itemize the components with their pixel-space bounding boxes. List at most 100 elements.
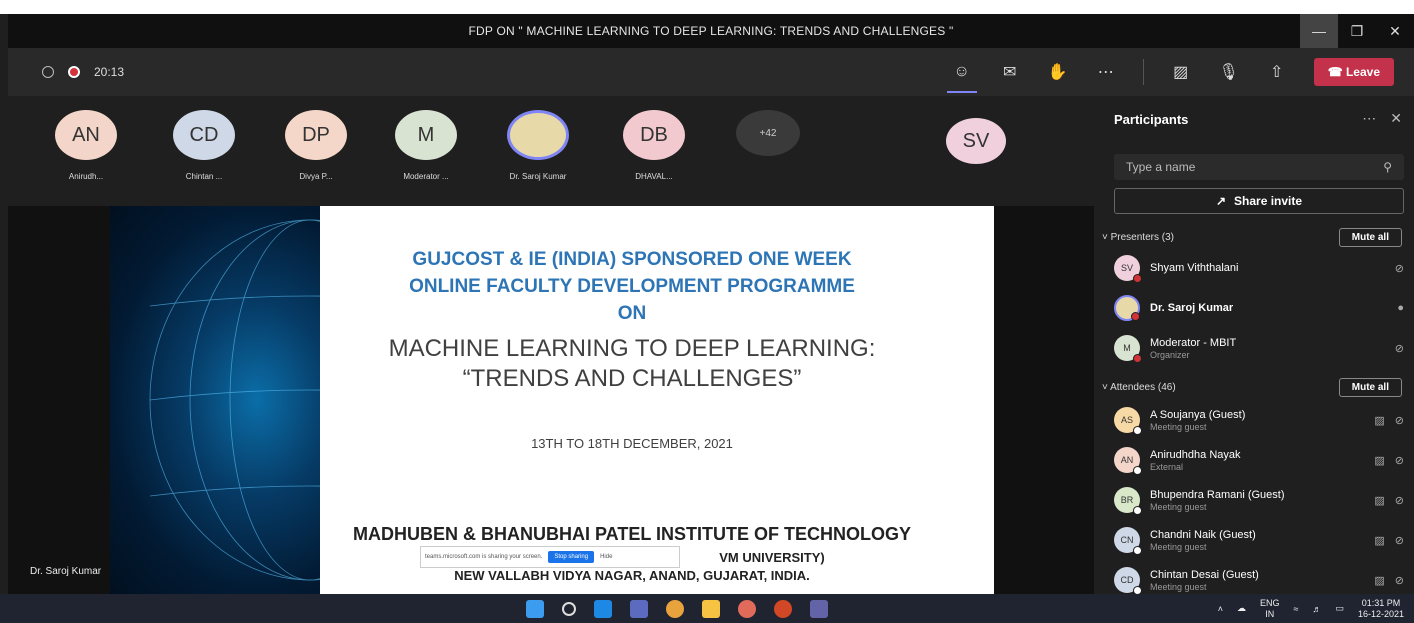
avatar: AN xyxy=(55,110,117,160)
status-icon xyxy=(1133,426,1142,435)
participant-tile[interactable]: AN Anirudh... xyxy=(34,110,138,181)
chat-icon[interactable]: ✉ xyxy=(999,62,1021,82)
search-input[interactable]: Type a name ⚲ xyxy=(1114,154,1404,180)
share-screen-icon[interactable]: ⇧ xyxy=(1266,62,1288,82)
browser-icon[interactable] xyxy=(738,599,756,618)
minimize-icon[interactable]: — xyxy=(1300,14,1338,48)
slide-dates: 13TH TO 18TH DECEMBER, 2021 xyxy=(531,436,733,451)
battery-icon[interactable]: ▭ xyxy=(1335,603,1344,614)
shared-slide: GUJCOST & IE (INDIA) SPONSORED ONE WEEK … xyxy=(110,206,994,594)
more-count: +42 xyxy=(736,110,800,156)
slide-line: GUJCOST & IE (INDIA) SPONSORED ONE WEEK xyxy=(412,249,852,270)
participant-tile[interactable]: Dr. Saroj Kumar xyxy=(486,110,590,181)
participant-row[interactable]: AS A Soujanya (Guest) Meeting guest ▨ ⊘ xyxy=(1114,400,1404,440)
meeting-timer: 20:13 xyxy=(94,65,125,79)
slide-line: VM UNIVERSITY) xyxy=(719,550,825,565)
close-window-icon[interactable]: ✕ xyxy=(1376,14,1414,48)
participant-name: Anirudhdha Nayak xyxy=(1150,448,1241,461)
participant-tile[interactable]: DP Divya P... xyxy=(264,110,368,181)
search-icon: ⚲ xyxy=(1383,160,1392,174)
screen-share-area: GUJCOST & IE (INDIA) SPONSORED ONE WEEK … xyxy=(8,206,1094,594)
mute-all-presenters-button[interactable]: Mute all xyxy=(1338,228,1402,247)
status-icon xyxy=(1133,506,1142,515)
start-icon[interactable] xyxy=(526,599,544,618)
participant-role: Organizer xyxy=(1150,349,1190,360)
panel-more-icon[interactable]: ⋯ xyxy=(1362,110,1376,127)
clock[interactable]: 01:31 PM 16-12-2021 xyxy=(1358,598,1404,620)
participant-row[interactable]: Dr. Saroj Kumar ● xyxy=(1114,288,1404,328)
task-view-icon[interactable] xyxy=(594,599,612,618)
participants-icon[interactable]: ☺ xyxy=(946,63,977,93)
mic-on-icon: ● xyxy=(1397,302,1404,314)
panel-close-icon[interactable]: ✕ xyxy=(1390,110,1402,127)
presenters-count: Presenters (3) xyxy=(1110,232,1174,243)
participant-row[interactable]: CN Chandni Naik (Guest) Meeting guest ▨ ⊘ xyxy=(1114,520,1404,560)
mic-off-icon: ⊘ xyxy=(1394,494,1404,507)
presenters-label: ˅ Presenters (3) xyxy=(1102,232,1174,243)
participant-name: Chintan ... xyxy=(185,172,223,181)
slide-line: MACHINE LEARNING TO DEEP LEARNING: xyxy=(388,335,876,362)
camera-off-icon: ▨ xyxy=(1374,574,1385,587)
avatar: M xyxy=(395,110,457,160)
share-invite-button[interactable]: ↗ Share invite xyxy=(1114,188,1404,214)
leave-button[interactable]: ☎ Leave xyxy=(1313,58,1394,86)
participant-name: DHAVAL... xyxy=(635,172,673,181)
avatar: SV xyxy=(1114,255,1142,283)
participant-name: Moderator ... xyxy=(403,172,449,181)
maximize-icon[interactable]: ❐ xyxy=(1338,14,1376,48)
language-indicator[interactable]: ENG IN xyxy=(1260,598,1280,620)
slide-institute: MADHUBEN & BHANUBHAI PATEL INSTITUTE OF … xyxy=(353,524,911,544)
chevron-up-icon[interactable]: ˄ xyxy=(1218,604,1223,614)
more-actions-icon[interactable]: ⋯ xyxy=(1095,62,1117,82)
language-top: ENG xyxy=(1259,597,1280,608)
stop-sharing-button[interactable]: Stop sharing xyxy=(548,551,595,563)
panel-title: Participants xyxy=(1114,112,1189,127)
mute-all-attendees-button[interactable]: Mute all xyxy=(1338,378,1402,397)
window-title: FDP ON " MACHINE LEARNING TO DEEP LEARNI… xyxy=(468,24,954,38)
participant-row[interactable]: SV Shyam Viththalani ⊘ xyxy=(1114,248,1404,288)
participant-tile[interactable]: CD Chintan ... xyxy=(152,110,256,181)
attendees-label: ˅ Attendees (46) xyxy=(1102,382,1176,393)
hide-button[interactable]: Hide xyxy=(600,554,612,560)
participant-row[interactable]: BR Bhupendra Ramani (Guest) Meeting gues… xyxy=(1114,480,1404,520)
participant-row[interactable]: AN Anirudhdha Nayak External ▨ ⊘ xyxy=(1114,440,1404,480)
participant-name: Dr. Saroj Kumar xyxy=(509,172,567,181)
share-icon: ↗ xyxy=(1215,194,1227,208)
chat-app-icon[interactable] xyxy=(630,599,648,618)
participant-tile[interactable]: M Moderator ... xyxy=(374,110,478,181)
top-bezel xyxy=(0,0,1414,14)
avatar: CD xyxy=(173,110,235,160)
more-participants[interactable]: +42 xyxy=(716,110,820,156)
participant-tile[interactable]: DB DHAVAL... xyxy=(602,110,706,181)
participant-name: Shyam Viththalani xyxy=(1150,262,1239,274)
reactions-icon[interactable]: ✋ xyxy=(1047,62,1069,82)
speaker-tile[interactable]: SV xyxy=(924,118,1028,164)
powerpoint-icon[interactable] xyxy=(774,599,792,618)
panel-actions: ⋯ ✕ xyxy=(1362,110,1402,127)
teams-icon[interactable] xyxy=(810,599,828,618)
file-explorer-icon[interactable] xyxy=(702,599,720,618)
onedrive-icon[interactable]: ☁ xyxy=(1237,603,1246,614)
slide-line: ON xyxy=(617,303,647,324)
search-placeholder: Type a name xyxy=(1126,160,1196,174)
attendees-section-header[interactable]: ˅ Attendees (46) Mute all xyxy=(1102,378,1402,397)
search-icon[interactable] xyxy=(562,601,576,616)
avatar-initials: CN xyxy=(1120,535,1134,545)
wifi-icon[interactable]: ≈ xyxy=(1293,604,1298,614)
presenters-section-header[interactable]: ˅ Presenters (3) Mute all xyxy=(1102,228,1402,247)
avatar: BR xyxy=(1114,487,1142,515)
mic-off-icon: ⊘ xyxy=(1394,574,1404,587)
slide-address: NEW VALLABH VIDYA NAGAR, ANAND, GUJARAT,… xyxy=(454,568,810,583)
camera-off-icon[interactable]: ▨ xyxy=(1170,62,1192,82)
attendees-count: Attendees (46) xyxy=(1110,382,1176,393)
mic-off-icon[interactable]: 🎙 xyxy=(1218,62,1240,82)
chrome-icon[interactable] xyxy=(666,599,684,618)
volume-icon[interactable]: ♬ xyxy=(1312,604,1321,614)
avatar: AN xyxy=(1114,447,1142,475)
camera-off-icon: ▨ xyxy=(1374,414,1385,427)
mic-off-icon: ⊘ xyxy=(1394,262,1404,275)
avatar: M xyxy=(1114,335,1142,363)
slide-line: ONLINE FACULTY DEVELOPMENT PROGRAMME xyxy=(409,276,855,297)
presenter-name: Dr. Saroj Kumar xyxy=(30,566,102,577)
participant-row[interactable]: M Moderator - MBIT Organizer ⊘ xyxy=(1114,328,1404,368)
